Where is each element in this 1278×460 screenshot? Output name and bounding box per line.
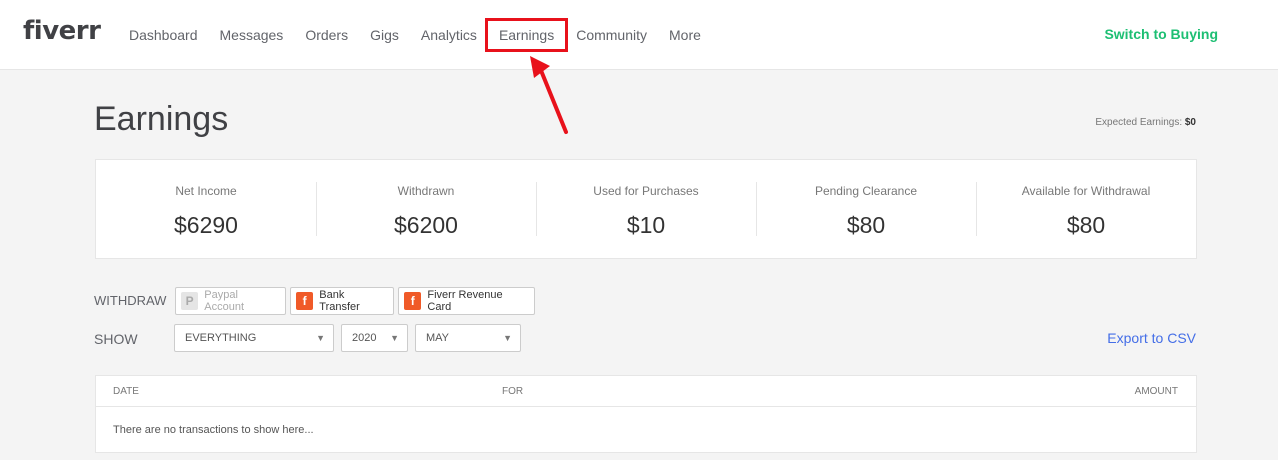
transactions-table: DATE FOR AMOUNT There are no transaction… xyxy=(95,375,1197,453)
stat-available-for-withdrawal: Available for Withdrawal $80 xyxy=(976,160,1196,258)
column-header-for[interactable]: FOR xyxy=(502,386,523,397)
table-header: DATE FOR AMOUNT xyxy=(96,376,1196,407)
top-navbar: fiverr Dashboard Messages Orders Gigs An… xyxy=(0,0,1278,70)
nav-community[interactable]: Community xyxy=(565,21,658,49)
fiverr-icon: f xyxy=(296,292,314,310)
stat-label: Used for Purchases xyxy=(593,184,699,198)
stat-value: $10 xyxy=(626,212,666,238)
stat-label: Withdrawn xyxy=(397,184,455,198)
paypal-account-button[interactable]: P Paypal Account xyxy=(175,287,286,315)
fiverr-revenue-card-button[interactable]: f Fiverr Revenue Card xyxy=(398,287,535,315)
nav-dashboard[interactable]: Dashboard xyxy=(118,21,209,49)
bank-transfer-button[interactable]: f Bank Transfer xyxy=(290,287,394,315)
stat-label: Net Income xyxy=(175,184,237,198)
nav-earnings[interactable]: Earnings xyxy=(484,18,569,52)
paypal-icon: P xyxy=(181,292,199,310)
fiverr-revenue-card-label: Fiverr Revenue Card xyxy=(427,289,503,313)
nav-orders[interactable]: Orders xyxy=(294,21,359,49)
nav-gigs[interactable]: Gigs xyxy=(359,21,410,49)
withdraw-label: WITHDRAW xyxy=(94,293,167,308)
paypal-account-label: Paypal Account xyxy=(204,289,245,313)
switch-to-buying-link[interactable]: Switch to Buying xyxy=(1104,26,1218,42)
column-header-amount[interactable]: AMOUNT xyxy=(1135,386,1178,397)
year-filter-value: 2020 xyxy=(352,332,377,344)
chevron-down-icon: ▼ xyxy=(503,333,512,343)
expected-earnings-value: $0 xyxy=(1184,117,1196,128)
column-header-date[interactable]: DATE xyxy=(113,386,139,397)
type-filter-select[interactable]: EVERYTHING ▼ xyxy=(174,324,334,352)
main-nav: Dashboard Messages Orders Gigs Analytics… xyxy=(118,0,712,70)
year-filter-select[interactable]: 2020 ▼ xyxy=(341,324,408,352)
export-to-csv-link[interactable]: Export to CSV xyxy=(1107,330,1196,346)
month-filter-value: MAY xyxy=(426,332,450,344)
chevron-down-icon: ▼ xyxy=(316,333,325,343)
stat-value: $80 xyxy=(846,212,886,238)
fiverr-icon: f xyxy=(404,292,422,310)
show-label: SHOW xyxy=(94,331,138,347)
type-filter-value: EVERYTHING xyxy=(185,332,257,344)
stat-value: $6290 xyxy=(174,212,238,238)
earnings-summary-card: Net Income $6290 Withdrawn $6200 Used fo… xyxy=(95,159,1197,259)
month-filter-select[interactable]: MAY ▼ xyxy=(415,324,521,352)
nav-messages[interactable]: Messages xyxy=(209,21,295,49)
chevron-down-icon: ▼ xyxy=(390,333,399,343)
nav-analytics[interactable]: Analytics xyxy=(410,21,488,49)
stat-label: Pending Clearance xyxy=(814,184,918,198)
page-title: Earnings xyxy=(94,100,229,138)
expected-earnings-label: Expected Earnings: xyxy=(1095,117,1183,128)
stat-withdrawn: Withdrawn $6200 xyxy=(316,160,536,258)
stat-net-income: Net Income $6290 xyxy=(96,160,316,258)
fiverr-logo[interactable]: fiverr xyxy=(23,16,101,46)
stat-used-for-purchases: Used for Purchases $10 xyxy=(536,160,756,258)
nav-more[interactable]: More xyxy=(658,21,712,49)
empty-table-message: There are no transactions to show here..… xyxy=(113,424,314,436)
stat-value: $80 xyxy=(1066,212,1106,238)
annotation-arrow-icon xyxy=(530,56,568,134)
stat-pending-clearance: Pending Clearance $80 xyxy=(756,160,976,258)
bank-transfer-label: Bank Transfer xyxy=(319,289,360,313)
expected-earnings: Expected Earnings: $0 xyxy=(1095,117,1196,128)
stat-value: $6200 xyxy=(394,212,458,238)
stat-label: Available for Withdrawal xyxy=(1021,184,1151,198)
